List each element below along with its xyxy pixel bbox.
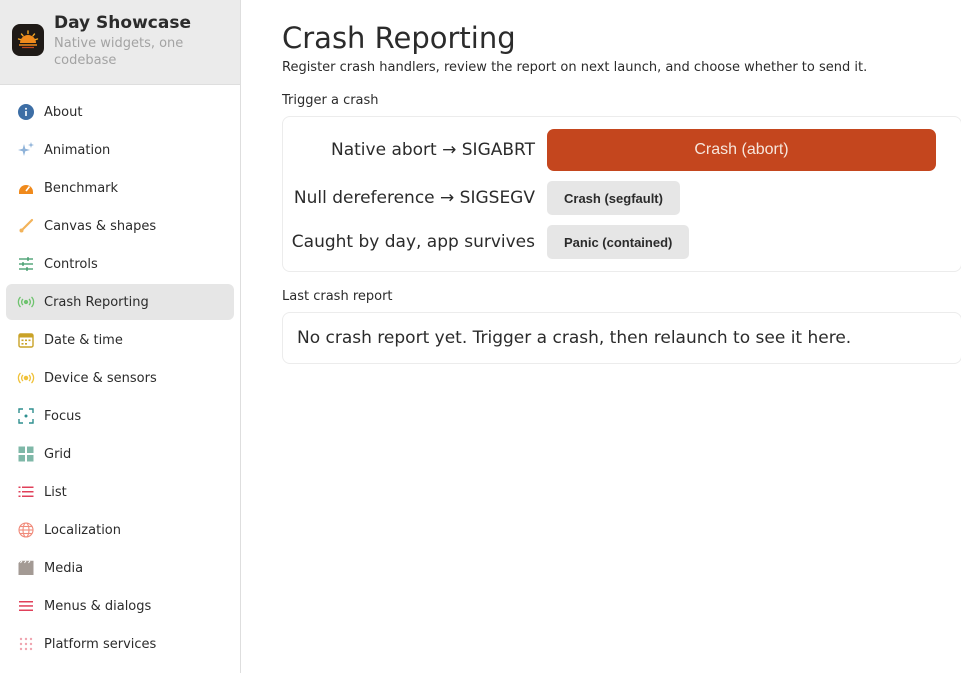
menu-icon — [17, 597, 35, 615]
sidebar-item-label: Animation — [44, 142, 111, 158]
page-title: Crash Reporting — [282, 21, 516, 55]
sidebar-item-label: Localization — [44, 522, 121, 538]
report-empty-text: No crash report yet. Trigger a crash, th… — [297, 328, 852, 348]
report-card: No crash report yet. Trigger a crash, th… — [282, 312, 961, 364]
sidebar-item-label: Focus — [44, 408, 82, 424]
trigger-row-panic: Caught by day, app survives Panic (conta… — [283, 225, 947, 259]
info-icon — [17, 103, 35, 121]
sidebar-item-label: Grid — [44, 446, 72, 462]
film-icon — [17, 559, 35, 577]
sidebar-item-label: Menus & dialogs — [44, 598, 152, 614]
sliders-icon — [17, 255, 35, 273]
crash-abort-button[interactable]: Crash (abort) — [547, 129, 936, 171]
report-section-label: Last crash report — [282, 289, 393, 304]
app-logo-icon — [12, 24, 44, 56]
sidebar-item-date-time[interactable]: Date & time — [6, 322, 234, 358]
sparkle-icon — [17, 141, 35, 159]
trigger-card: Native abort → SIGABRT Crash (abort) Nul… — [282, 116, 961, 272]
sidebar-item-canvas-shapes[interactable]: Canvas & shapes — [6, 208, 234, 244]
sidebar-item-list[interactable]: List — [6, 474, 234, 510]
sidebar-item-label: Benchmark — [44, 180, 119, 196]
sidebar-item-label: Crash Reporting — [44, 294, 149, 310]
sidebar-item-label: Device & sensors — [44, 370, 157, 386]
sidebar-item-label: About — [44, 104, 83, 120]
trigger-row-segfault: Null dereference → SIGSEGV Crash (segfau… — [283, 181, 947, 215]
sidebar-item-label: Media — [44, 560, 84, 576]
sidebar-item-platform-services[interactable]: Platform services — [6, 626, 234, 662]
sidebar-item-benchmark[interactable]: Benchmark — [6, 170, 234, 206]
app-window: Day Showcase Native widgets, one codebas… — [0, 0, 961, 673]
sidebar-item-grid[interactable]: Grid — [6, 436, 234, 472]
trigger-row-abort: Native abort → SIGABRT Crash (abort) — [283, 129, 947, 171]
broadcast-icon — [17, 293, 35, 311]
globe-icon — [17, 521, 35, 539]
sidebar-item-label: Date & time — [44, 332, 123, 348]
trigger-label: Null dereference → SIGSEGV — [293, 188, 535, 208]
dots-grid-icon — [17, 635, 35, 653]
calendar-icon — [17, 331, 35, 349]
sidebar-item-animation[interactable]: Animation — [6, 132, 234, 168]
brand-header: Day Showcase Native widgets, one codebas… — [0, 0, 240, 85]
crash-segfault-button[interactable]: Crash (segfault) — [547, 181, 680, 215]
sidebar-item-controls[interactable]: Controls — [6, 246, 234, 282]
sidebar-item-focus[interactable]: Focus — [6, 398, 234, 434]
sidebar-item-label: List — [44, 484, 67, 500]
sensor-icon — [17, 369, 35, 387]
sidebar-item-media[interactable]: Media — [6, 550, 234, 586]
focus-icon — [17, 407, 35, 425]
sidebar-item-crash-reporting[interactable]: Crash Reporting — [6, 284, 234, 320]
brush-icon — [17, 217, 35, 235]
sidebar-item-device-sensors[interactable]: Device & sensors — [6, 360, 234, 396]
sidebar-item-label: Canvas & shapes — [44, 218, 157, 234]
list-icon — [17, 483, 35, 501]
page-description: Register crash handlers, review the repo… — [282, 60, 868, 75]
app-subtitle: Native widgets, one codebase — [54, 36, 184, 68]
sidebar-item-about[interactable]: About — [6, 94, 234, 130]
app-title: Day Showcase — [54, 13, 191, 33]
sidebar-item-localization[interactable]: Localization — [6, 512, 234, 548]
sidebar-item-menus-dialogs[interactable]: Menus & dialogs — [6, 588, 234, 624]
main-content: Crash Reporting Register crash handlers,… — [241, 0, 961, 673]
trigger-section-label: Trigger a crash — [282, 93, 379, 108]
sidebar-nav: About Animation Benchmark Canvas & shape… — [0, 85, 240, 662]
panic-contained-button[interactable]: Panic (contained) — [547, 225, 690, 259]
trigger-label: Caught by day, app survives — [291, 232, 535, 252]
sidebar-item-label: Platform services — [44, 636, 157, 652]
sidebar: Day Showcase Native widgets, one codebas… — [0, 0, 241, 673]
speedometer-icon — [17, 179, 35, 197]
trigger-label: Native abort → SIGABRT — [331, 140, 535, 160]
sidebar-item-label: Controls — [44, 256, 98, 272]
grid-icon — [17, 445, 35, 463]
